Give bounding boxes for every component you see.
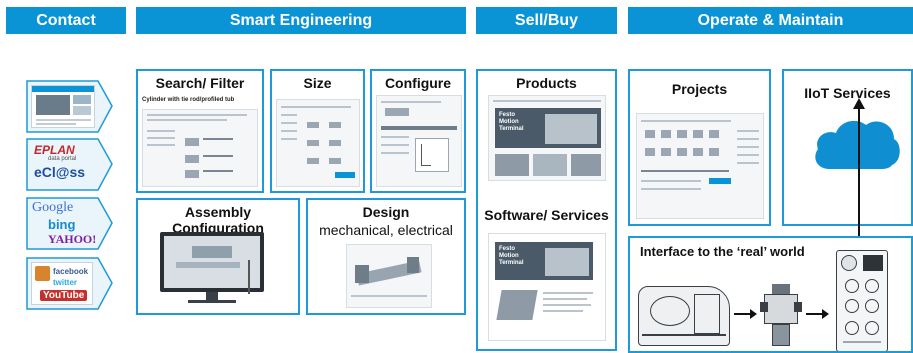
configure-title: Configure [384, 75, 452, 91]
size-screenshot [276, 99, 360, 187]
header-smart-engineering: Smart Engineering [136, 7, 466, 34]
projects-screenshot [636, 113, 764, 219]
design-subtitle: mechanical, electrical [319, 222, 453, 238]
header-contact-label: Contact [36, 11, 96, 29]
configure-screenshot [376, 95, 462, 187]
software-services-title: Software/ Services [484, 207, 609, 223]
size-title: Size [303, 75, 332, 91]
panel-configure: Configure [370, 69, 466, 193]
iiot-services-title: IIoT Services [804, 85, 891, 101]
software-services-screenshot: Festo Motion Terminal [488, 233, 606, 341]
design-title: Design [362, 204, 410, 220]
interface-real-world-title: Interface to the ‘real’ world [640, 244, 805, 259]
search-filter-screenshot [142, 109, 258, 187]
valve-icon [760, 284, 804, 348]
arrow-up-icon [853, 98, 865, 247]
bing-logo: bing [48, 217, 76, 232]
header-smart-engineering-label: Smart Engineering [229, 11, 373, 29]
arrow-right-icon-2 [806, 309, 829, 319]
header-contact: Contact [6, 7, 126, 34]
contact-tab-website [26, 80, 114, 133]
eclass-logo: eCl@ss [34, 164, 86, 180]
header-sell-buy-label: Sell/Buy [514, 11, 579, 29]
software-screen-text: Festo Motion Terminal [499, 246, 524, 266]
twitter-label: twitter [53, 278, 77, 287]
youtube-label: YouTube [40, 290, 88, 301]
projects-title: Projects [671, 81, 728, 97]
search-filter-caption: Cylinder with tie rod/profiled tub [142, 97, 235, 103]
products-screen-text: Festo Motion Terminal [499, 112, 524, 132]
website-screenshot-image [31, 85, 95, 128]
contact-tab-eplan-eclass: EPLAN data portal eCl@ss [26, 138, 114, 191]
machine-icon [634, 278, 734, 350]
design-screenshot [346, 244, 432, 308]
arrow-right-icon [734, 309, 757, 319]
assembly-monitor-image [152, 232, 276, 304]
panel-projects: Projects [628, 69, 771, 226]
panel-assembly-configuration: Assembly Configuration [136, 198, 300, 315]
social-icons-image: facebook twitter YouTube [31, 262, 93, 305]
contact-tab-social: facebook twitter YouTube [26, 257, 114, 310]
facebook-label: facebook [53, 267, 89, 276]
contact-tab-search-engines: Google bing YAHOO! [26, 197, 114, 250]
header-operate-maintain: Operate & Maintain [628, 7, 913, 34]
products-title: Products [516, 75, 577, 91]
panel-size: Size [270, 69, 365, 193]
panel-search-filter: Search/ Filter Cylinder with tie rod/pro… [136, 69, 264, 193]
google-logo: Google [32, 200, 74, 215]
panel-design: Design mechanical, electrical [306, 198, 466, 315]
header-sell-buy: Sell/Buy [476, 7, 617, 34]
products-screenshot: Festo Motion Terminal [488, 95, 606, 181]
search-filter-title: Search/ Filter [155, 75, 245, 91]
yahoo-logo: YAHOO! [48, 232, 97, 246]
eplan-sub-label: data portal [48, 156, 77, 162]
panel-sell-buy: Products Festo Motion Terminal Software/… [476, 69, 617, 351]
panel-interface-real-world: Interface to the ‘real’ world [628, 236, 913, 353]
panel-iiot-services: IIoT Services [782, 69, 913, 226]
eplan-logo: EPLAN [34, 143, 75, 157]
controller-icon [836, 250, 888, 351]
header-operate-maintain-label: Operate & Maintain [697, 11, 844, 29]
